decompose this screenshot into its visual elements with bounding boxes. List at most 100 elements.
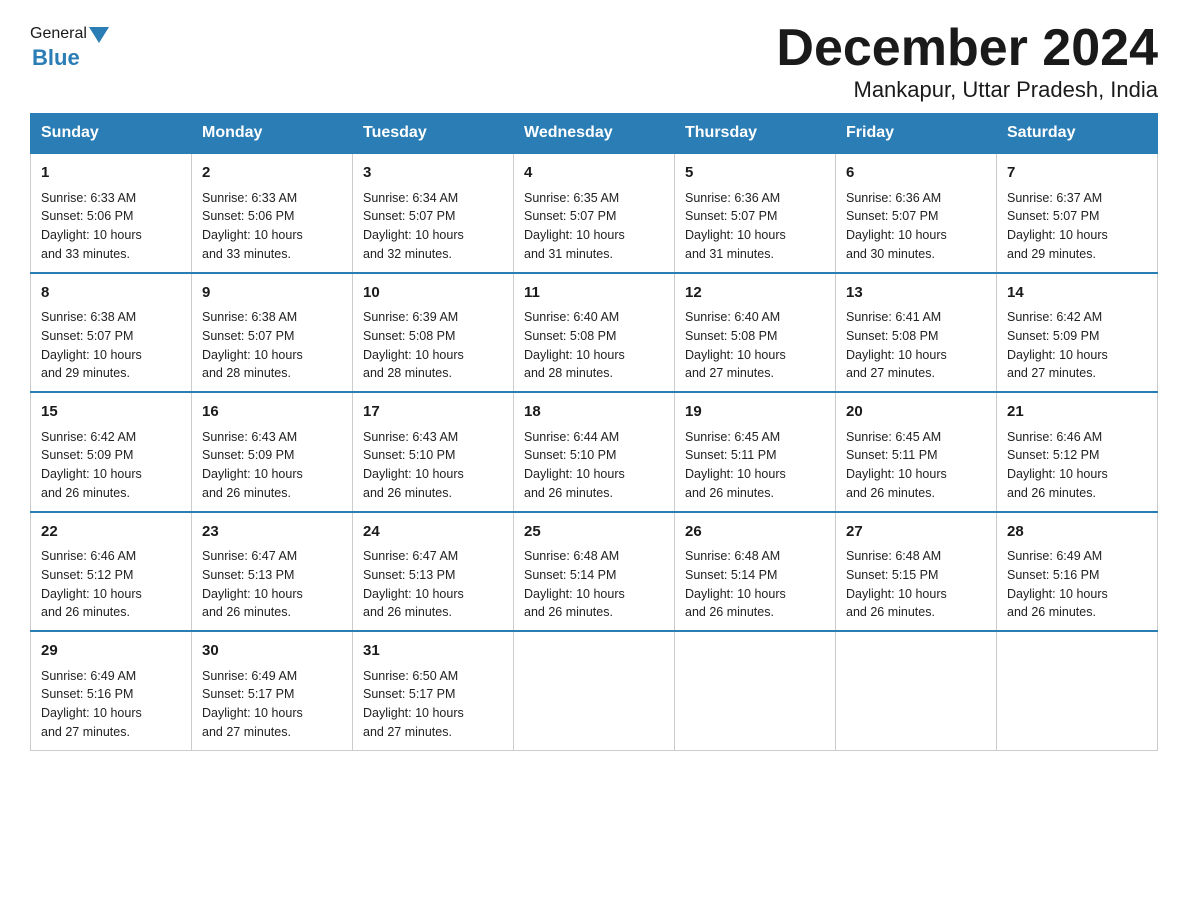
logo-blue-text: Blue <box>32 45 80 71</box>
calendar-cell: 23 Sunrise: 6:47 AMSunset: 5:13 PMDaylig… <box>192 512 353 632</box>
day-number: 30 <box>202 640 342 663</box>
calendar-table: SundayMondayTuesdayWednesdayThursdayFrid… <box>30 113 1158 751</box>
day-number: 12 <box>685 282 825 305</box>
day-number: 29 <box>41 640 181 663</box>
day-info: Sunrise: 6:47 AMSunset: 5:13 PMDaylight:… <box>202 549 303 619</box>
day-info: Sunrise: 6:38 AMSunset: 5:07 PMDaylight:… <box>202 310 303 380</box>
calendar-cell: 3 Sunrise: 6:34 AMSunset: 5:07 PMDayligh… <box>353 153 514 273</box>
calendar-cell <box>997 631 1158 750</box>
day-info: Sunrise: 6:49 AMSunset: 5:16 PMDaylight:… <box>41 669 142 739</box>
day-number: 25 <box>524 521 664 544</box>
day-number: 31 <box>363 640 503 663</box>
calendar-cell: 13 Sunrise: 6:41 AMSunset: 5:08 PMDaylig… <box>836 273 997 393</box>
day-info: Sunrise: 6:41 AMSunset: 5:08 PMDaylight:… <box>846 310 947 380</box>
day-info: Sunrise: 6:37 AMSunset: 5:07 PMDaylight:… <box>1007 191 1108 261</box>
day-info: Sunrise: 6:45 AMSunset: 5:11 PMDaylight:… <box>846 430 947 500</box>
calendar-cell: 16 Sunrise: 6:43 AMSunset: 5:09 PMDaylig… <box>192 392 353 512</box>
calendar-cell <box>675 631 836 750</box>
day-number: 15 <box>41 401 181 424</box>
day-number: 11 <box>524 282 664 305</box>
day-info: Sunrise: 6:33 AMSunset: 5:06 PMDaylight:… <box>41 191 142 261</box>
day-info: Sunrise: 6:33 AMSunset: 5:06 PMDaylight:… <box>202 191 303 261</box>
calendar-week-row: 1 Sunrise: 6:33 AMSunset: 5:06 PMDayligh… <box>31 153 1158 273</box>
day-number: 19 <box>685 401 825 424</box>
day-number: 28 <box>1007 521 1147 544</box>
calendar-cell: 6 Sunrise: 6:36 AMSunset: 5:07 PMDayligh… <box>836 153 997 273</box>
day-info: Sunrise: 6:36 AMSunset: 5:07 PMDaylight:… <box>685 191 786 261</box>
calendar-cell: 27 Sunrise: 6:48 AMSunset: 5:15 PMDaylig… <box>836 512 997 632</box>
day-info: Sunrise: 6:48 AMSunset: 5:14 PMDaylight:… <box>685 549 786 619</box>
calendar-cell: 20 Sunrise: 6:45 AMSunset: 5:11 PMDaylig… <box>836 392 997 512</box>
calendar-cell: 26 Sunrise: 6:48 AMSunset: 5:14 PMDaylig… <box>675 512 836 632</box>
calendar-header-monday: Monday <box>192 114 353 154</box>
day-info: Sunrise: 6:43 AMSunset: 5:09 PMDaylight:… <box>202 430 303 500</box>
day-number: 7 <box>1007 162 1147 185</box>
day-number: 24 <box>363 521 503 544</box>
calendar-cell: 1 Sunrise: 6:33 AMSunset: 5:06 PMDayligh… <box>31 153 192 273</box>
day-number: 10 <box>363 282 503 305</box>
day-info: Sunrise: 6:46 AMSunset: 5:12 PMDaylight:… <box>41 549 142 619</box>
day-info: Sunrise: 6:38 AMSunset: 5:07 PMDaylight:… <box>41 310 142 380</box>
calendar-cell: 31 Sunrise: 6:50 AMSunset: 5:17 PMDaylig… <box>353 631 514 750</box>
day-number: 13 <box>846 282 986 305</box>
calendar-cell: 5 Sunrise: 6:36 AMSunset: 5:07 PMDayligh… <box>675 153 836 273</box>
day-info: Sunrise: 6:49 AMSunset: 5:16 PMDaylight:… <box>1007 549 1108 619</box>
calendar-cell: 10 Sunrise: 6:39 AMSunset: 5:08 PMDaylig… <box>353 273 514 393</box>
calendar-header-tuesday: Tuesday <box>353 114 514 154</box>
day-info: Sunrise: 6:44 AMSunset: 5:10 PMDaylight:… <box>524 430 625 500</box>
calendar-cell: 28 Sunrise: 6:49 AMSunset: 5:16 PMDaylig… <box>997 512 1158 632</box>
day-number: 26 <box>685 521 825 544</box>
calendar-cell: 14 Sunrise: 6:42 AMSunset: 5:09 PMDaylig… <box>997 273 1158 393</box>
day-number: 22 <box>41 521 181 544</box>
day-number: 20 <box>846 401 986 424</box>
calendar-cell <box>514 631 675 750</box>
day-number: 2 <box>202 162 342 185</box>
day-number: 23 <box>202 521 342 544</box>
calendar-header-thursday: Thursday <box>675 114 836 154</box>
day-info: Sunrise: 6:49 AMSunset: 5:17 PMDaylight:… <box>202 669 303 739</box>
calendar-header-row: SundayMondayTuesdayWednesdayThursdayFrid… <box>31 114 1158 154</box>
day-number: 27 <box>846 521 986 544</box>
day-info: Sunrise: 6:50 AMSunset: 5:17 PMDaylight:… <box>363 669 464 739</box>
calendar-cell: 12 Sunrise: 6:40 AMSunset: 5:08 PMDaylig… <box>675 273 836 393</box>
calendar-cell: 29 Sunrise: 6:49 AMSunset: 5:16 PMDaylig… <box>31 631 192 750</box>
calendar-header-saturday: Saturday <box>997 114 1158 154</box>
calendar-cell: 9 Sunrise: 6:38 AMSunset: 5:07 PMDayligh… <box>192 273 353 393</box>
day-number: 4 <box>524 162 664 185</box>
calendar-cell: 30 Sunrise: 6:49 AMSunset: 5:17 PMDaylig… <box>192 631 353 750</box>
calendar-header-wednesday: Wednesday <box>514 114 675 154</box>
calendar-cell: 24 Sunrise: 6:47 AMSunset: 5:13 PMDaylig… <box>353 512 514 632</box>
day-info: Sunrise: 6:34 AMSunset: 5:07 PMDaylight:… <box>363 191 464 261</box>
day-info: Sunrise: 6:48 AMSunset: 5:14 PMDaylight:… <box>524 549 625 619</box>
calendar-header-sunday: Sunday <box>31 114 192 154</box>
calendar-week-row: 15 Sunrise: 6:42 AMSunset: 5:09 PMDaylig… <box>31 392 1158 512</box>
calendar-cell: 17 Sunrise: 6:43 AMSunset: 5:10 PMDaylig… <box>353 392 514 512</box>
calendar-cell: 2 Sunrise: 6:33 AMSunset: 5:06 PMDayligh… <box>192 153 353 273</box>
calendar-header-friday: Friday <box>836 114 997 154</box>
calendar-cell: 18 Sunrise: 6:44 AMSunset: 5:10 PMDaylig… <box>514 392 675 512</box>
day-number: 3 <box>363 162 503 185</box>
calendar-week-row: 22 Sunrise: 6:46 AMSunset: 5:12 PMDaylig… <box>31 512 1158 632</box>
location-title: Mankapur, Uttar Pradesh, India <box>776 77 1158 103</box>
day-info: Sunrise: 6:35 AMSunset: 5:07 PMDaylight:… <box>524 191 625 261</box>
day-number: 1 <box>41 162 181 185</box>
logo-general-text: General <box>30 25 87 43</box>
day-info: Sunrise: 6:43 AMSunset: 5:10 PMDaylight:… <box>363 430 464 500</box>
calendar-cell: 25 Sunrise: 6:48 AMSunset: 5:14 PMDaylig… <box>514 512 675 632</box>
day-info: Sunrise: 6:39 AMSunset: 5:08 PMDaylight:… <box>363 310 464 380</box>
calendar-cell: 21 Sunrise: 6:46 AMSunset: 5:12 PMDaylig… <box>997 392 1158 512</box>
day-number: 9 <box>202 282 342 305</box>
logo: General Blue <box>30 25 111 71</box>
day-info: Sunrise: 6:48 AMSunset: 5:15 PMDaylight:… <box>846 549 947 619</box>
title-block: December 2024 Mankapur, Uttar Pradesh, I… <box>776 20 1158 103</box>
day-number: 21 <box>1007 401 1147 424</box>
day-info: Sunrise: 6:40 AMSunset: 5:08 PMDaylight:… <box>685 310 786 380</box>
day-number: 16 <box>202 401 342 424</box>
day-info: Sunrise: 6:40 AMSunset: 5:08 PMDaylight:… <box>524 310 625 380</box>
month-title: December 2024 <box>776 20 1158 77</box>
day-info: Sunrise: 6:45 AMSunset: 5:11 PMDaylight:… <box>685 430 786 500</box>
calendar-cell <box>836 631 997 750</box>
day-number: 18 <box>524 401 664 424</box>
calendar-cell: 8 Sunrise: 6:38 AMSunset: 5:07 PMDayligh… <box>31 273 192 393</box>
day-number: 14 <box>1007 282 1147 305</box>
